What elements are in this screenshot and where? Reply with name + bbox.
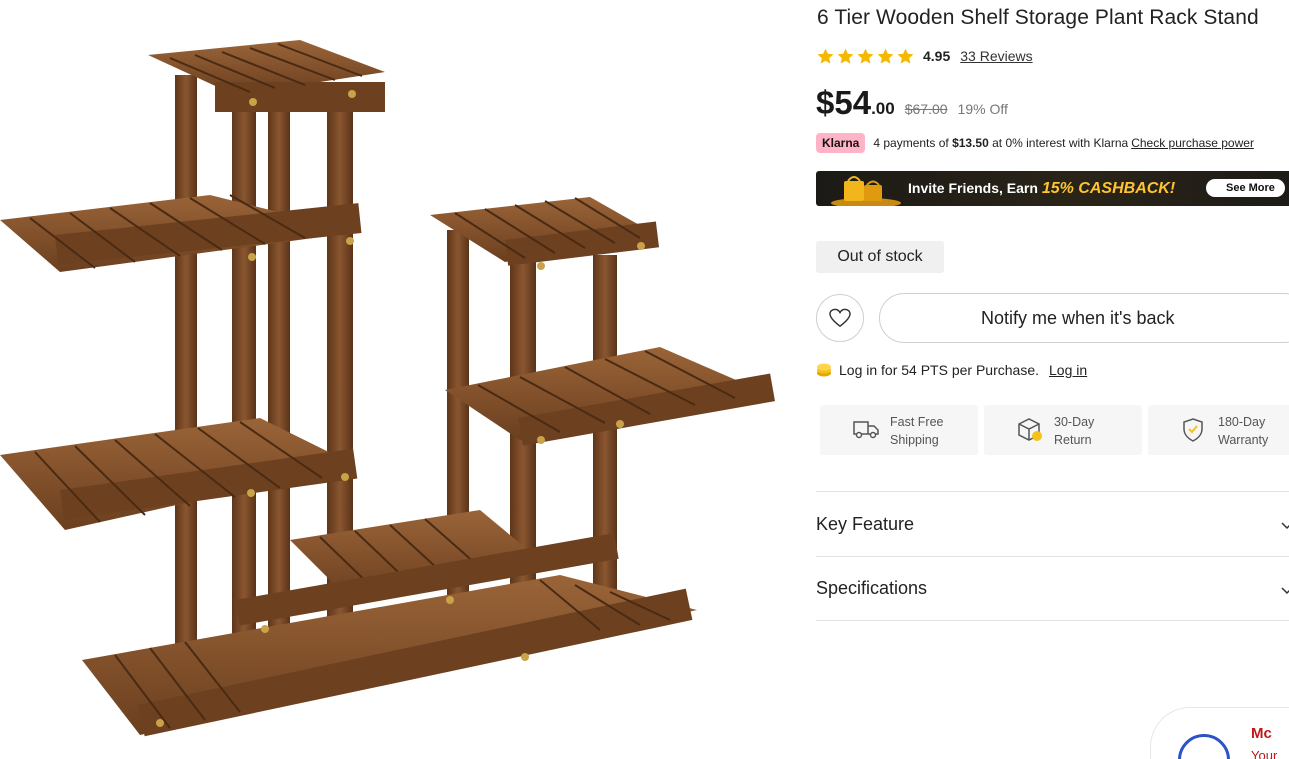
chevron-down-icon (1281, 522, 1289, 530)
coin-icon (817, 363, 831, 377)
truck-icon (853, 421, 879, 439)
widget-brand: Mc (1251, 725, 1272, 742)
banner-invite-text: Invite Friends, Earn (908, 180, 1038, 196)
service-label: 30-Day Return (1054, 415, 1095, 447)
price-dollars: $54 (816, 84, 872, 121)
klarna-text: 4 payments of $13.50 at 0% interest with… (873, 136, 1128, 150)
cashback-banner[interactable]: Invite Friends, Earn 15% CASHBACK! See M… (816, 171, 1289, 206)
accordion-specifications[interactable]: Specifications (816, 556, 1289, 621)
star-rating (816, 47, 915, 66)
floating-widget[interactable]: Mc Your (1150, 707, 1289, 759)
klarna-row: Klarna 4 payments of $13.50 at 0% intere… (816, 133, 1254, 153)
stock-status-badge: Out of stock (816, 241, 944, 273)
wooden-plant-rack-image (0, 40, 775, 737)
accordion-key-feature[interactable]: Key Feature (816, 491, 1289, 556)
klarna-prefix: 4 payments of (873, 136, 949, 150)
download-circle-icon (1178, 734, 1230, 759)
product-image[interactable] (0, 0, 800, 759)
notify-me-button[interactable]: Notify me when it's back (879, 293, 1289, 343)
points-row: Log in for 54 PTS per Purchase. Log in (816, 362, 1087, 378)
price-cents: .00 (871, 99, 895, 118)
price-row: $54 .00 $67.00 19% Off (816, 84, 1008, 122)
reviews-link[interactable]: 33 Reviews (960, 48, 1032, 64)
login-link[interactable]: Log in (1049, 362, 1087, 378)
banner-text: Invite Friends, Earn 15% CASHBACK! (908, 180, 1175, 198)
product-info-panel: 6 Tier Wooden Shelf Storage Plant Rack S… (816, 0, 1289, 759)
product-title: 6 Tier Wooden Shelf Storage Plant Rack S… (817, 6, 1259, 29)
chevron-down-icon (1281, 587, 1289, 595)
klarna-check-link[interactable]: Check purchase power (1131, 136, 1254, 150)
service-fast-free-shipping: Fast Free Shipping (820, 405, 978, 455)
return-box-icon (1018, 418, 1042, 441)
star-icon (837, 48, 854, 64)
shopping-bags-icon (831, 176, 901, 206)
widget-subtext: Your (1251, 748, 1278, 759)
service-label: Fast Free Shipping (890, 415, 944, 447)
accordion-title: Specifications (816, 578, 928, 598)
service-boxes: Fast Free Shipping 30-Day Return 180-Day… (820, 405, 1289, 455)
heart-icon (829, 308, 851, 328)
service-180-day-warranty: 180-Day Warranty (1148, 405, 1289, 455)
star-icon (817, 48, 834, 64)
star-icon (897, 48, 914, 64)
rating-row: 4.95 33 Reviews (816, 45, 1033, 67)
discount-label: 19% Off (957, 101, 1008, 117)
original-price: $67.00 (904, 101, 948, 117)
klarna-logo: Klarna (816, 133, 866, 153)
service-label: 180-Day Warranty (1218, 415, 1269, 447)
banner-cashback-text: 15% CASHBACK! (1041, 180, 1176, 197)
wishlist-button[interactable] (816, 294, 864, 342)
rating-value: 4.95 (923, 48, 951, 64)
see-more-button[interactable]: See More (1206, 179, 1285, 197)
klarna-amount: $13.50 (952, 136, 989, 150)
star-icon (877, 48, 894, 64)
accordion-title: Key Feature (816, 513, 915, 534)
points-text: Log in for 54 PTS per Purchase. (839, 362, 1039, 378)
service-30-day-return: 30-Day Return (984, 405, 1142, 455)
star-icon (857, 48, 874, 64)
klarna-suffix: at 0% interest with Klarna (992, 136, 1129, 150)
shield-check-icon (1183, 418, 1203, 442)
